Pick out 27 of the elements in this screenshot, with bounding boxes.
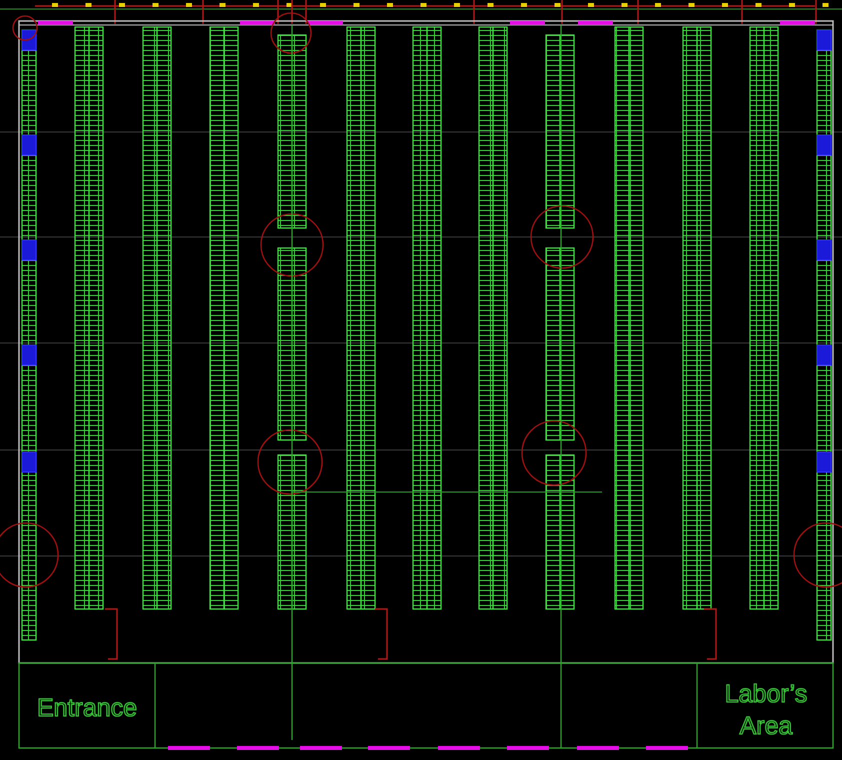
window-marker	[240, 21, 275, 25]
window-marker	[577, 746, 619, 750]
window-marker	[507, 746, 549, 750]
window-marker	[438, 746, 480, 750]
window-marker	[780, 21, 815, 25]
column-marker	[257, 429, 323, 495]
window-marker	[368, 746, 410, 750]
window-marker	[510, 21, 545, 25]
door-swing	[105, 608, 118, 660]
door-swing	[375, 608, 388, 660]
column-marker	[521, 420, 587, 486]
window-marker	[237, 746, 279, 750]
window-marker	[578, 21, 613, 25]
window-marker	[308, 21, 343, 25]
window-marker	[38, 21, 73, 25]
window-marker	[646, 746, 688, 750]
column-marker	[0, 522, 59, 588]
room-label: Labor’s Area	[724, 680, 808, 740]
window-marker	[300, 746, 342, 750]
column-marker	[793, 522, 842, 588]
room-label: Entrance	[36, 694, 138, 722]
window-marker	[168, 746, 210, 750]
column-marker	[270, 12, 312, 54]
column-marker	[260, 213, 324, 277]
column-marker	[530, 205, 594, 269]
column-marker	[12, 15, 38, 41]
door-swing	[704, 608, 717, 660]
